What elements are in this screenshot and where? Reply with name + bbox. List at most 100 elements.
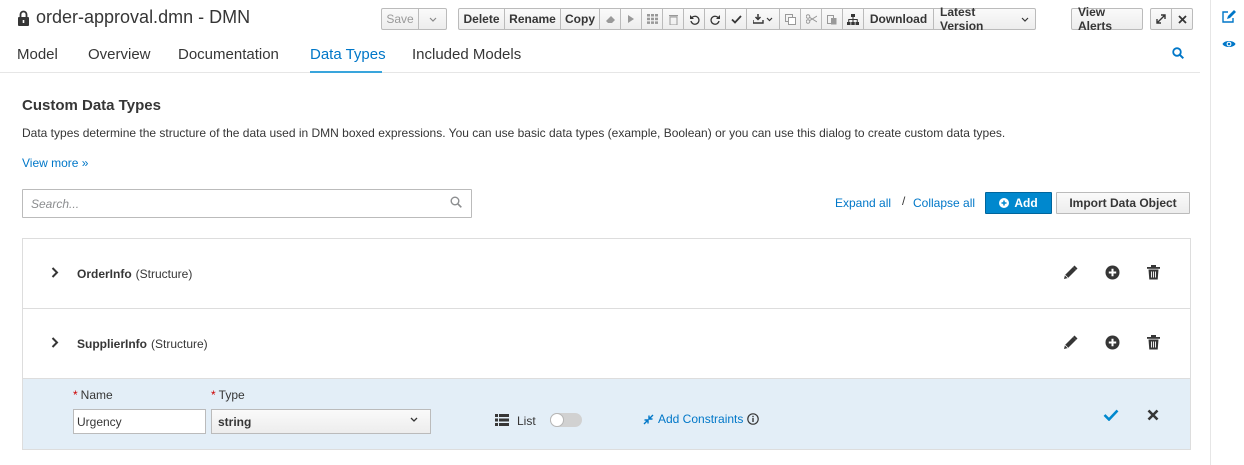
search-icon[interactable] [1172,47,1184,59]
chevron-down-icon [429,17,437,22]
hierarchy-button[interactable] [842,8,864,30]
eraser-icon [605,15,616,24]
maximize-button[interactable] [1150,8,1172,30]
paste-button[interactable] [821,8,843,30]
name-label: * Name [73,388,113,402]
plus-circle-icon [999,198,1010,208]
pencil-icon[interactable] [1063,335,1078,350]
new-data-type-editor: * Name * Type Urgency string List Add Cons… [23,379,1190,449]
copy-button[interactable]: Copy [560,8,600,30]
type-label-text: Type [218,388,245,402]
chevron-right-icon[interactable] [51,267,59,278]
add-constraints-label: Add Constraints [658,412,744,426]
sitemap-icon [847,13,859,25]
tab-overview[interactable]: Overview [88,46,151,63]
window-controls [1150,8,1193,30]
save-check-icon[interactable] [1103,409,1119,421]
type-label: * Type [211,388,245,402]
link-separator: / [902,194,906,208]
redo-icon [709,14,721,25]
close-button[interactable] [1171,8,1193,30]
list-label: List [517,414,536,428]
save-options-button[interactable] [418,8,447,30]
grid-icon [646,14,658,24]
name-field[interactable]: Urgency [73,409,206,434]
name-label-text: Name [80,388,113,402]
chevron-down-icon [410,417,418,422]
save-button[interactable]: Save [381,8,419,30]
data-type-kind: (Structure) [135,267,193,281]
scissors-icon [805,14,817,24]
cut-button[interactable] [800,8,822,30]
data-type-name: SupplierInfo (Structure) [77,337,208,351]
add-nested-icon[interactable] [1105,265,1120,280]
search-icon [450,196,462,208]
list-toggle[interactable] [550,413,582,427]
latest-version-label: Latest Version [940,5,984,33]
delete-button[interactable]: Delete [458,8,505,30]
data-type-name-text: SupplierInfo [77,337,147,351]
type-select[interactable]: string [211,409,431,434]
download-icon [753,14,773,24]
trash-icon[interactable] [1147,335,1160,350]
edit-properties-icon[interactable] [1222,10,1236,24]
download-button[interactable]: Download [863,8,934,30]
collapse-all-link[interactable]: Collapse all [913,196,975,210]
view-alerts-button[interactable]: View Alerts [1071,5,1143,33]
data-type-name: OrderInfo (Structure) [77,267,192,281]
tab-data-types[interactable]: Data Types [310,46,386,63]
grid-button[interactable] [641,8,663,30]
tab-documentation[interactable]: Documentation [178,46,279,63]
expand-all-link[interactable]: Expand all [835,196,891,210]
add-constraints-link[interactable]: Add Constraints [643,412,760,426]
paste-icon [827,14,837,25]
edit-toolbar: Delete Rename Copy Download Latest Versi… [458,5,1036,33]
alerts-group: View Alerts [1071,5,1143,33]
add-nested-icon[interactable] [1105,335,1120,350]
add-button-label: Add [1014,196,1038,210]
redo-button[interactable] [704,8,726,30]
tab-model[interactable]: Model [17,46,58,63]
list-item: OrderInfo (Structure) [23,239,1190,309]
chevron-right-icon[interactable] [51,337,59,348]
view-more-link[interactable]: View more » [22,156,88,170]
list-item: SupplierInfo (Structure) [23,309,1190,379]
import-data-object-button[interactable]: Import Data Object [1056,192,1190,214]
eraser-button[interactable] [599,8,621,30]
search-input[interactable]: Search... [22,189,472,218]
info-icon[interactable] [747,413,760,425]
undo-button[interactable] [683,8,705,30]
eye-icon[interactable] [1222,39,1236,49]
lock-icon [17,10,30,26]
required-mark: * [73,388,78,402]
section-title: Custom Data Types [22,97,161,114]
trash-icon [668,14,678,25]
add-button[interactable]: Add [985,192,1052,214]
validate-button[interactable] [725,8,747,30]
type-select-value: string [218,415,252,429]
data-type-name-text: OrderInfo [77,267,132,281]
tab-included-models[interactable]: Included Models [412,46,521,63]
editor-tabs: Model Overview Documentation Data Types … [0,38,1200,73]
close-icon [1177,14,1187,24]
active-tab-indicator [310,71,382,73]
list-icon [495,414,509,426]
check-icon [730,14,742,24]
cancel-icon[interactable] [1147,409,1159,421]
data-types-list: OrderInfo (Structure) SupplierInfo (Struct… [22,238,1191,450]
chevron-down-icon [1021,17,1029,22]
play-button[interactable] [620,8,642,30]
latest-version-dropdown[interactable]: Latest Version [933,5,1036,33]
export-button[interactable] [746,8,780,30]
data-type-kind: (Structure) [151,337,208,351]
play-icon [627,14,635,24]
document-title: order-approval.dmn - DMN [36,7,251,27]
duplicate-button[interactable] [779,8,801,30]
rename-button[interactable]: Rename [504,8,561,30]
save-group: Save [381,8,447,30]
undo-icon [689,14,700,25]
trash-icon[interactable] [1147,265,1160,280]
pencil-icon[interactable] [1063,265,1078,280]
right-sidebar [1210,0,1244,465]
trash-button[interactable] [662,8,684,30]
